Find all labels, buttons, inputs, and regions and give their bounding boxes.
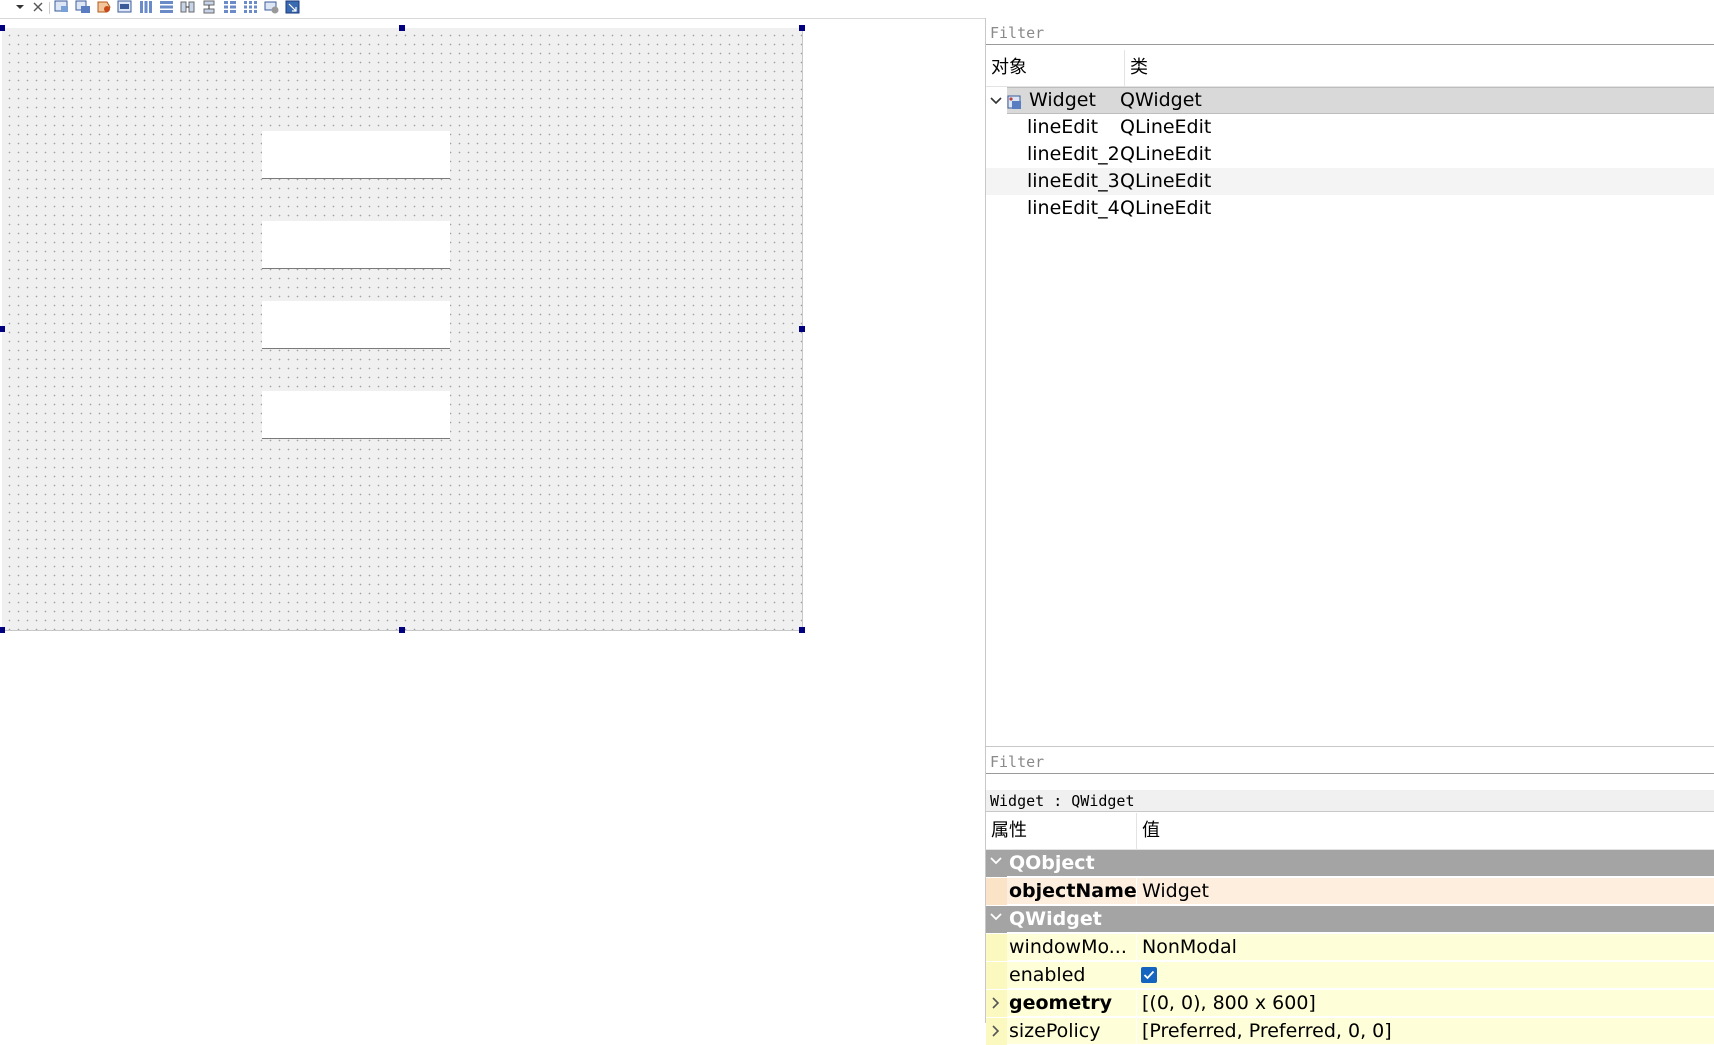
edit-widgets-icon[interactable] [54,0,70,14]
dropdown-arrow-icon[interactable] [12,0,28,14]
row-gutter [986,962,1007,989]
value-column-header[interactable]: 值 [1136,813,1160,849]
object-inspector-header: 对象 类 [986,50,1714,87]
tree-object-name: Widget [1029,89,1096,111]
property-value[interactable]: [(0, 0), 800 x 600] [1136,990,1316,1017]
property-row-windowmodality[interactable]: windowMo... NonModal [986,934,1714,961]
chevron-down-icon[interactable] [990,857,1002,865]
layout-vertical-splitter-icon[interactable] [201,0,217,14]
property-value[interactable]: NonModal [1136,934,1237,961]
property-row-sizepolicy[interactable]: sizePolicy [Preferred, Preferred, 0, 0] [986,1018,1714,1045]
property-name: geometry [1009,992,1113,1014]
property-subject-label: Widget : QWidget [986,790,1714,812]
property-group-qobject[interactable]: QObject [986,850,1714,877]
property-row-enabled[interactable]: enabled [986,962,1714,989]
layout-horizontal-icon[interactable] [138,0,154,14]
form-editor-toolbar [0,0,985,19]
tree-object-name: lineEdit [1027,116,1099,138]
chevron-right-icon[interactable] [992,1025,1000,1037]
row-gutter [986,934,1007,961]
row-gutter [986,1018,1007,1045]
form-line-edit-2[interactable] [262,221,450,269]
form-line-edit-3[interactable] [262,301,450,349]
tree-row-widget[interactable]: Widget QWidget [986,87,1714,114]
tree-object-class: QLineEdit [1120,116,1212,138]
property-column-header[interactable]: 属性 [991,813,1027,849]
resize-handle-top[interactable] [399,25,405,31]
object-filter-input[interactable]: Filter [986,21,1714,45]
object-column-header[interactable]: 对象 [991,50,1027,86]
tree-object-name: lineEdit_4 [1027,197,1120,219]
form-line-edit-4[interactable] [262,391,450,439]
tree-object-class: QWidget [1120,89,1202,111]
edit-tab-order-icon[interactable] [117,0,133,14]
row-gutter [986,990,1007,1017]
property-group-qwidget[interactable]: QWidget [986,906,1714,933]
resize-handle-left[interactable] [0,326,5,332]
selection-highlight [1007,87,1714,114]
tree-row-lineedit[interactable]: lineEdit QLineEdit [986,114,1714,141]
pane-divider[interactable] [986,746,1714,747]
property-value[interactable]: [Preferred, Preferred, 0, 0] [1136,1018,1392,1045]
edit-signals-slots-icon[interactable] [75,0,91,14]
break-layout-icon[interactable] [264,0,280,14]
property-filter-input[interactable]: Filter [986,750,1714,774]
checkmark-icon [1143,970,1155,980]
tree-row-lineedit-4[interactable]: lineEdit_4 QLineEdit [986,195,1714,222]
enabled-checkbox[interactable] [1141,967,1157,983]
chevron-right-icon[interactable] [992,997,1000,1009]
tree-object-class: QLineEdit [1120,170,1212,192]
row-gutter [986,850,1007,877]
group-label: QObject [1009,852,1095,874]
resize-handle-top-left[interactable] [0,25,5,31]
layout-vertical-icon[interactable] [159,0,175,14]
property-name: enabled [1009,964,1086,986]
property-editor-header: 属性 值 [986,813,1714,850]
layout-form-icon[interactable] [222,0,238,14]
chevron-down-icon[interactable] [989,87,1003,114]
row-gutter [986,878,1007,905]
property-name: objectName [1009,880,1137,902]
resize-handle-top-right[interactable] [799,25,805,31]
property-row-geometry[interactable]: geometry [(0, 0), 800 x 600] [986,990,1714,1017]
resize-handle-bottom-left[interactable] [0,627,5,633]
adjust-size-icon[interactable] [285,0,301,14]
tree-object-class: QLineEdit [1120,197,1212,219]
edit-buddies-icon[interactable] [96,0,112,14]
group-label: QWidget [1009,908,1102,930]
tree-object-name: lineEdit_2 [1027,143,1120,165]
tree-object-name: lineEdit_3 [1027,170,1120,192]
form-line-edit-1[interactable] [262,131,450,179]
layout-grid-icon[interactable] [243,0,259,14]
resize-handle-bottom[interactable] [399,627,405,633]
resize-handle-bottom-right[interactable] [799,627,805,633]
chevron-down-icon[interactable] [990,913,1002,921]
right-dock: Filter 对象 类 Widget QWidget lineEdit QLin… [985,18,1714,1045]
tree-object-class: QLineEdit [1120,143,1212,165]
close-icon[interactable] [30,0,46,14]
property-value[interactable]: Widget [1136,878,1209,905]
property-name: windowMo... [1009,936,1127,958]
property-row-objectname[interactable]: objectName Widget [986,878,1714,905]
tree-row-lineedit-3[interactable]: lineEdit_3 QLineEdit [986,168,1714,195]
resize-handle-right[interactable] [799,326,805,332]
property-name: sizePolicy [1009,1020,1101,1042]
tree-row-lineedit-2[interactable]: lineEdit_2 QLineEdit [986,141,1714,168]
row-gutter [986,906,1007,933]
toolbar-separator [49,2,50,14]
class-column-header[interactable]: 类 [1124,50,1148,86]
layout-horizontal-splitter-icon[interactable] [180,0,196,14]
